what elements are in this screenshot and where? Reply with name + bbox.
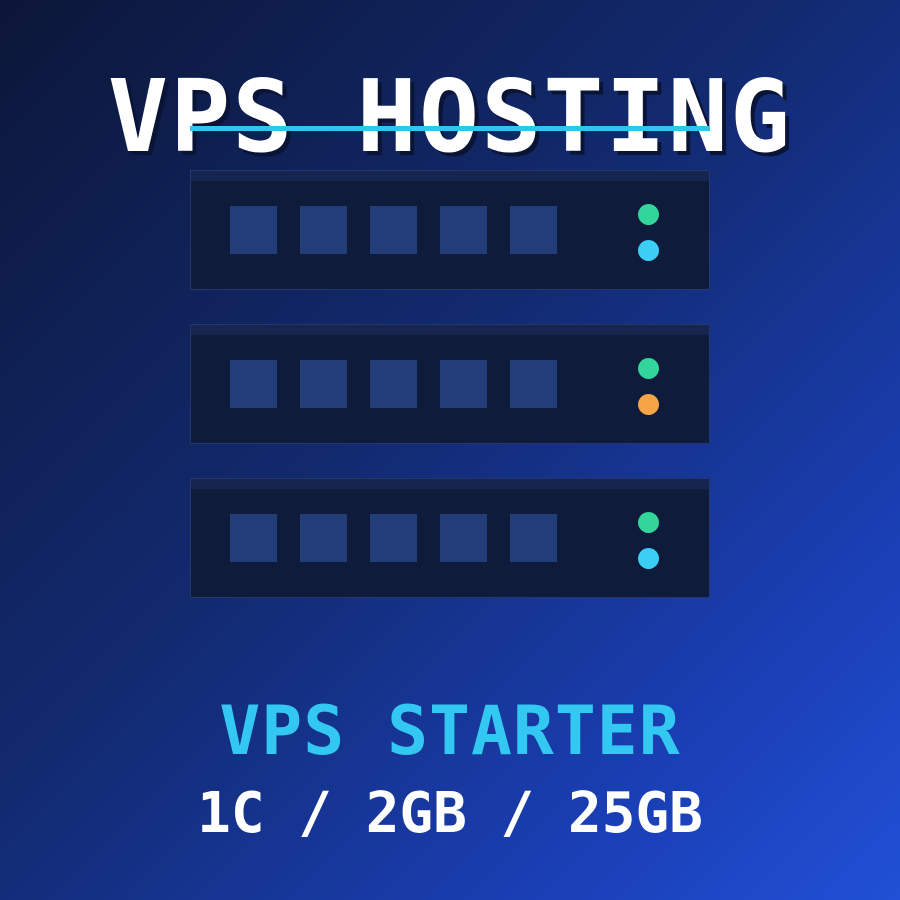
drive-bay [230, 360, 277, 408]
drive-bay [370, 360, 417, 408]
server-rack-top-strip [191, 325, 709, 335]
status-led-icon [638, 512, 659, 533]
drive-bay [300, 360, 347, 408]
plan-name: VPS STARTER [219, 692, 681, 771]
title-accent-line [190, 126, 710, 131]
drive-bay [440, 514, 487, 562]
server-rack-3 [190, 478, 710, 598]
drive-bay [510, 206, 557, 254]
status-led-icon [638, 394, 659, 415]
drive-bay [510, 514, 557, 562]
drive-bay [300, 206, 347, 254]
drive-bay [510, 360, 557, 408]
status-led-icon [638, 204, 659, 225]
server-rack-top-strip [191, 171, 709, 181]
server-rack-1 [190, 170, 710, 290]
status-led-icon [638, 548, 659, 569]
drive-bay [370, 206, 417, 254]
drive-bay [440, 360, 487, 408]
server-rack-top-strip [191, 479, 709, 489]
server-rack-2 [190, 324, 710, 444]
status-led-icon [638, 240, 659, 261]
page-title: VPS HOSTING [107, 58, 793, 175]
drive-bay [370, 514, 417, 562]
drive-bay [440, 206, 487, 254]
drive-bay [300, 514, 347, 562]
plan-specs: 1C / 2GB / 25GB [197, 781, 703, 846]
status-led-icon [638, 358, 659, 379]
drive-bay [230, 514, 277, 562]
drive-bay [230, 206, 277, 254]
